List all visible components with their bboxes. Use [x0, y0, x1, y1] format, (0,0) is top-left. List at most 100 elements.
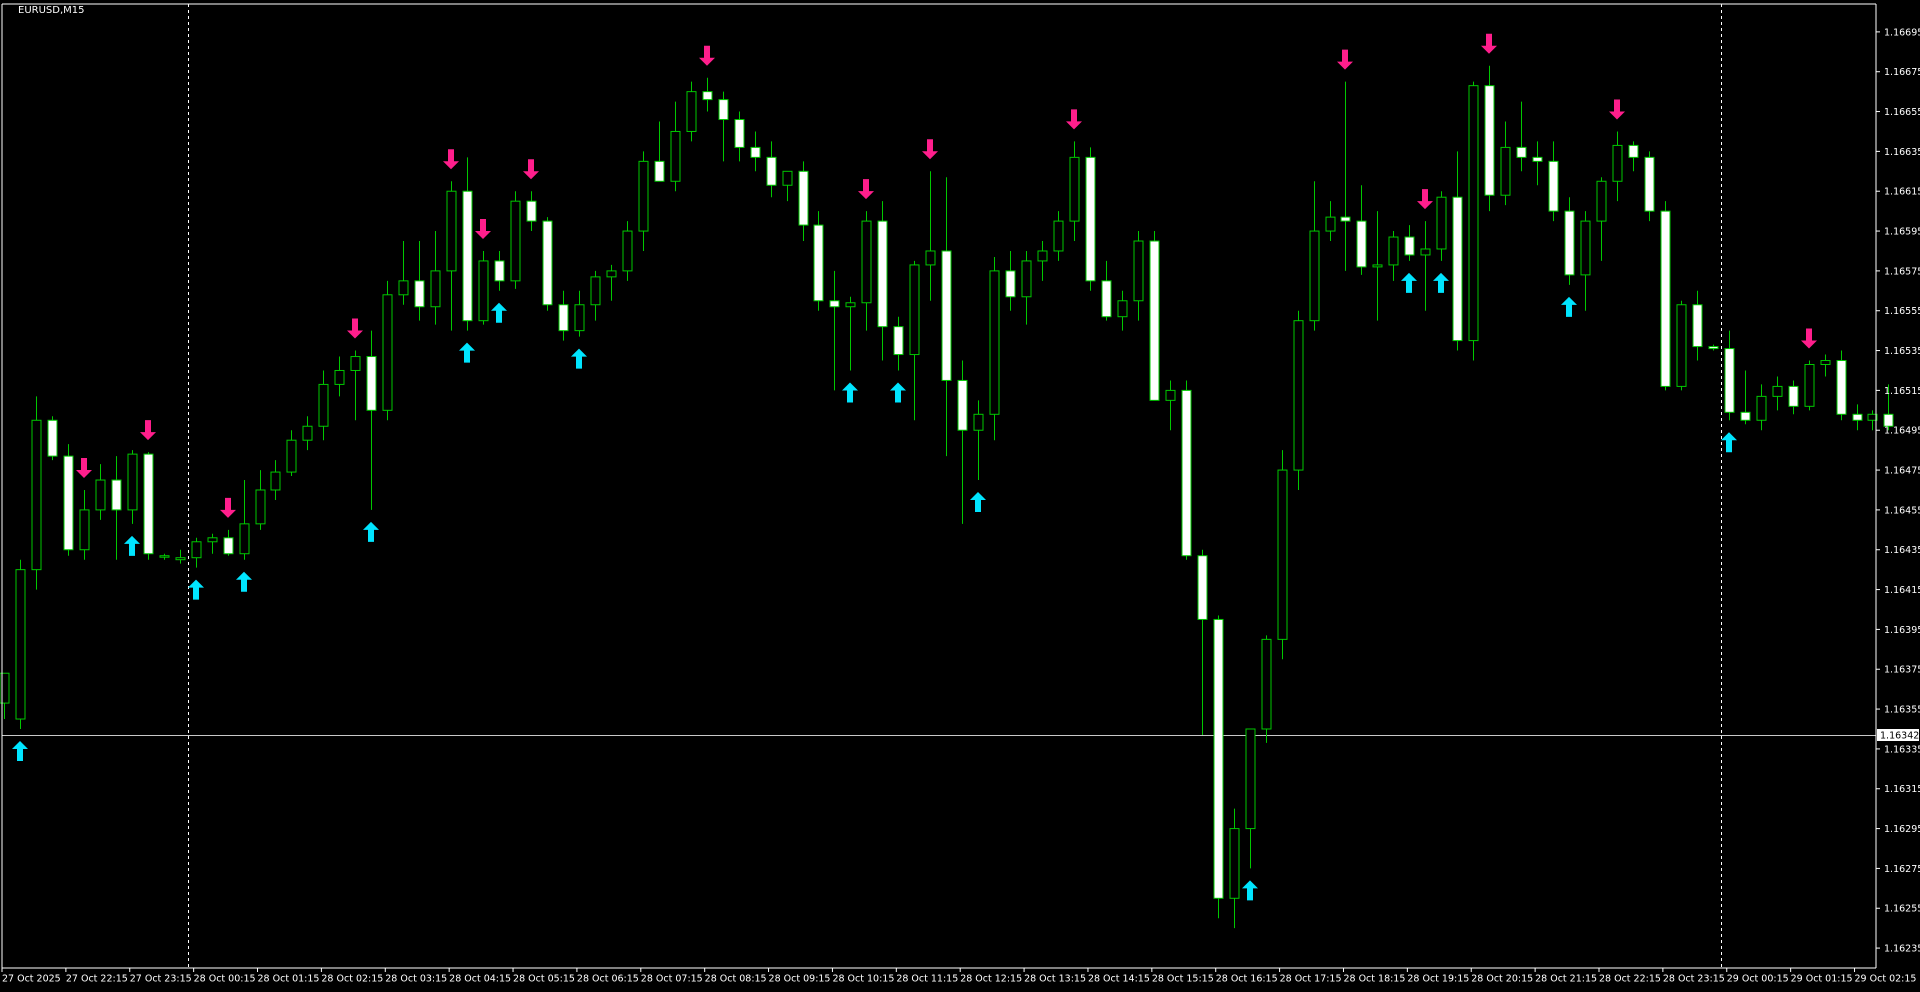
time-tick-label: 29 Oct 00:15: [1727, 974, 1789, 985]
price-tick-label: 1.16495: [1884, 426, 1920, 437]
bear-candle-body: [47, 419, 58, 457]
price-tick-label: 1.16255: [1884, 904, 1920, 915]
bear-candle-body: [1101, 280, 1112, 318]
price-tick-label: 1.16575: [1884, 266, 1920, 277]
current-price-tag-label: 1.16342: [1880, 731, 1919, 742]
bull-candle-body: [973, 413, 984, 431]
bull-candle-body: [1293, 320, 1304, 471]
bull-candle-body: [861, 220, 872, 304]
bull-candle-body: [95, 479, 106, 511]
bear-candle-body: [750, 146, 761, 158]
bull-candle-body: [15, 569, 26, 720]
chart-window[interactable]: 1.16695 1.16675 1.16655 1.16635 1.16615 1.165…: [0, 0, 1920, 988]
bear-candle-body: [526, 200, 537, 222]
bull-candle-body: [159, 555, 170, 558]
bull-candle-body: [782, 170, 793, 186]
time-tick-label: 28 Oct 14:15: [1088, 974, 1150, 985]
bull-candle-body: [478, 260, 489, 322]
time-tick-label: 29 Oct 02:15: [1855, 974, 1917, 985]
bull-candle-body: [350, 356, 361, 371]
price-tick-label: 1.16295: [1884, 824, 1920, 835]
time-tick-label: 28 Oct 16:15: [1216, 974, 1278, 985]
bull-candle-body: [1245, 728, 1256, 830]
bear-candle-body: [1883, 413, 1894, 427]
price-tick-label: 1.16275: [1884, 864, 1920, 875]
bull-candle-body: [1772, 385, 1783, 397]
bull-candle-body: [1436, 196, 1447, 250]
bull-candle-body: [1756, 395, 1767, 421]
time-tick-label: 28 Oct 11:15: [896, 974, 958, 985]
time-tick-label: 28 Oct 17:15: [1280, 974, 1342, 985]
price-tick-label: 1.16315: [1884, 784, 1920, 795]
time-tick-label: 28 Oct 21:15: [1535, 974, 1597, 985]
price-tick-label: 1.16415: [1884, 585, 1920, 596]
time-tick-label: 28 Oct 03:15: [385, 974, 447, 985]
bear-candle-body: [366, 356, 377, 411]
bull-candle-body: [207, 537, 218, 543]
bear-candle-body: [462, 190, 473, 322]
bull-candle-body: [1820, 360, 1831, 366]
bear-candle-body: [1149, 240, 1160, 401]
time-tick-label: 28 Oct 07:15: [641, 974, 703, 985]
bear-candle-body: [63, 455, 74, 551]
time-tick-label: 28 Oct 22:15: [1599, 974, 1661, 985]
bull-candle-body: [1309, 230, 1320, 322]
bear-candle-body: [1356, 220, 1367, 268]
bear-candle-body: [877, 220, 888, 328]
candlestick-chart[interactable]: 1.16695 1.16675 1.16655 1.16635 1.16615 1.165…: [0, 0, 1920, 988]
price-tick-label: 1.16535: [1884, 346, 1920, 357]
bear-candle-body: [1404, 236, 1415, 256]
bull-candle-body: [398, 280, 409, 296]
bull-candle-body: [286, 439, 297, 473]
bull-candle-body: [1325, 216, 1336, 232]
bull-candle-body: [382, 294, 393, 411]
bull-candle-body: [909, 264, 920, 356]
bear-candle-body: [558, 304, 569, 332]
bull-candle-body: [334, 369, 345, 385]
bear-candle-body: [766, 156, 777, 186]
bear-candle-body: [1484, 85, 1495, 196]
bull-candle-body: [1069, 156, 1080, 222]
price-tick-label: 1.16615: [1884, 187, 1920, 198]
time-tick-label: 28 Oct 05:15: [513, 974, 575, 985]
bear-candle-body: [718, 99, 729, 121]
bull-candle-body: [925, 250, 936, 266]
price-tick-label: 1.16695: [1884, 27, 1920, 38]
price-tick-label: 1.16235: [1884, 944, 1920, 955]
bear-candle-body: [414, 280, 425, 308]
bull-candle-body: [606, 270, 617, 278]
bear-candle-body: [1724, 348, 1735, 413]
bull-candle-body: [302, 425, 313, 441]
bear-candle-body: [1740, 411, 1751, 421]
bull-candle-body: [255, 489, 266, 525]
time-tick-label: 27 Oct 23:15: [130, 974, 192, 985]
time-tick-label: 28 Oct 08:15: [705, 974, 767, 985]
bull-candle-body: [430, 270, 441, 308]
time-tick-label: 27 Oct 22:15: [66, 974, 128, 985]
bear-candle-body: [143, 453, 154, 555]
bull-candle-body: [0, 672, 10, 704]
bull-candle-body: [638, 160, 649, 232]
bear-candle-body: [654, 160, 665, 182]
bull-candle-body: [1500, 146, 1511, 196]
bear-candle-body: [1644, 156, 1655, 212]
bull-candle-body: [1676, 304, 1687, 387]
bear-candle-body: [1452, 196, 1463, 342]
bear-candle-body: [1836, 360, 1847, 415]
bear-candle-body: [798, 170, 809, 226]
bear-candle-body: [223, 537, 234, 555]
bull-candle-body: [31, 419, 42, 571]
bear-candle-body: [941, 250, 952, 381]
bull-candle-body: [510, 200, 521, 282]
bull-candle-body: [1372, 264, 1383, 268]
price-tick-label: 1.16395: [1884, 625, 1920, 636]
bull-candle-body: [590, 276, 601, 306]
time-tick-label: 28 Oct 15:15: [1152, 974, 1214, 985]
time-tick-label: 28 Oct 09:15: [769, 974, 831, 985]
bull-candle-body: [318, 383, 329, 427]
bull-candle-body: [845, 302, 856, 308]
bear-candle-body: [957, 379, 968, 431]
bear-candle-body: [1516, 146, 1527, 158]
bear-candle-body: [494, 260, 505, 282]
bear-candle-body: [829, 300, 840, 308]
